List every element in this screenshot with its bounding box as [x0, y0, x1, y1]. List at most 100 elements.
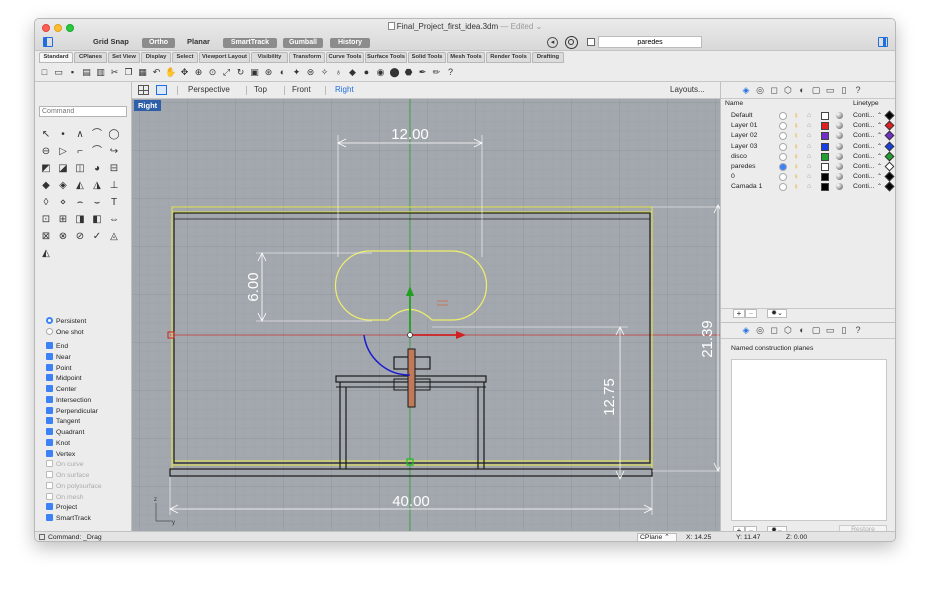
visibility-bulb-icon[interactable]: ♀ [793, 172, 799, 182]
grid-tool-icon[interactable]: ⊠ [39, 230, 53, 244]
visibility-bulb-icon[interactable]: ♀ [793, 152, 799, 162]
notes-panel-icon-2[interactable]: ▢ [811, 325, 821, 336]
visibility-bulb-icon[interactable]: ♀ [793, 142, 799, 152]
current-layer-radio-icon[interactable] [779, 173, 787, 182]
current-layer-radio-icon[interactable] [779, 112, 787, 120]
paint-tool-icon[interactable]: ◈ [56, 179, 70, 193]
print-color-swatch[interactable] [884, 141, 895, 152]
help-panel-icon[interactable]: ? [853, 85, 863, 96]
zoom-icon[interactable]: ⊕ [193, 67, 204, 78]
layer-color-swatch[interactable] [821, 173, 829, 182]
layer-row-layer-01[interactable]: Layer 01 ♀ ⌂ Conti... ⌃ [721, 120, 895, 131]
pan-icon[interactable]: ✋ [165, 67, 176, 78]
ortho-toggle[interactable]: Ortho [142, 38, 175, 48]
pin-icon[interactable]: ✏ [431, 67, 442, 78]
layer-row-camada-1[interactable]: Camada 1 ♀ ⌂ Conti... ⌃ [721, 181, 895, 192]
select-icon[interactable]: ⊛ [263, 67, 274, 78]
tab-render-tools[interactable]: Render Tools [486, 52, 531, 63]
move-icon[interactable]: ✥ [179, 67, 190, 78]
osnap-end[interactable]: End [46, 342, 68, 352]
circle-tool-icon[interactable]: ◯ [107, 128, 121, 142]
current-layer-radio-icon[interactable] [779, 163, 787, 171]
post[interactable] [407, 348, 416, 408]
tab-transform[interactable]: Transform [289, 52, 325, 63]
print-color-swatch[interactable] [884, 110, 895, 121]
layers-panel-icon[interactable]: ◈ [741, 85, 751, 96]
viewport-panel-icon-2[interactable]: ▯ [839, 325, 849, 336]
circle-center-icon[interactable]: ⊖ [39, 145, 53, 159]
copy-icon[interactable]: ❐ [123, 67, 134, 78]
right-sidebar-toggle-icon[interactable] [878, 37, 888, 47]
chain-tool-icon[interactable]: ⋄ [56, 196, 70, 210]
help-icon[interactable]: ? [445, 67, 456, 78]
sphere-tool-icon[interactable]: ◕ [90, 162, 104, 176]
named-view-icon[interactable]: ▣ [249, 67, 260, 78]
dimension-tool-icon[interactable]: ⊥ [107, 179, 121, 193]
layer-color-swatch[interactable] [821, 122, 829, 131]
one-shot-radio[interactable]: One shot [46, 328, 84, 338]
layer-row-disco[interactable]: disco ♀ ⌂ Conti... ⌃ [721, 151, 895, 162]
material-panel-icon-2[interactable]: ◻ [769, 325, 779, 336]
visibility-bulb-icon[interactable]: ♀ [793, 121, 799, 131]
dimension-total-width[interactable]: 40.00 [392, 493, 430, 510]
properties-panel-icon-2[interactable]: ⬡ [783, 325, 793, 336]
undo-icon[interactable]: ↶ [151, 67, 162, 78]
polyline-tool-icon[interactable]: ∧ [73, 128, 87, 142]
cplane-select[interactable]: CPlane ⌃ [637, 533, 677, 541]
single-viewport-icon[interactable] [138, 85, 149, 95]
dimension-table-height[interactable]: 12.75 [601, 378, 618, 416]
current-layer-radio-icon[interactable] [779, 132, 787, 141]
tab-surface-tools[interactable]: Surface Tools [365, 52, 407, 63]
surface-tool-icon[interactable]: ◩ [39, 162, 53, 176]
arc-tool-icon[interactable]: ⌒ [90, 145, 104, 159]
tab-display[interactable]: Display [141, 52, 171, 63]
four-viewport-icon[interactable] [156, 85, 167, 95]
layers-panel-icon-2[interactable]: ◈ [741, 325, 751, 336]
split-tool-icon[interactable]: ⌣ [90, 196, 104, 210]
scale-tool-icon[interactable]: ⊡ [39, 213, 53, 227]
tab-curve-tools[interactable]: Curve Tools [326, 52, 364, 63]
lock-icon[interactable]: ⌂ [807, 121, 811, 131]
layer-tool-icon[interactable]: ⊘ [73, 230, 87, 244]
sketch-tool-icon[interactable]: ⌐ [73, 145, 87, 159]
undo-icon[interactable]: ◂ [547, 37, 558, 48]
lock-icon[interactable]: ⌂ [807, 162, 811, 172]
osnap-midpoint[interactable]: Midpoint [46, 374, 82, 384]
flow-tool-icon[interactable]: ◭ [73, 179, 87, 193]
material-sphere-icon[interactable] [836, 183, 843, 191]
lock-icon[interactable]: ⌂ [807, 131, 811, 141]
material-sphere-icon[interactable] [836, 122, 843, 130]
dimension-ellipse-height[interactable]: 6.00 [245, 272, 262, 301]
tab-standard[interactable]: Standard [39, 52, 73, 63]
lock-icon[interactable]: ⌂ [807, 172, 811, 182]
zoom-window-icon[interactable]: ⊙ [207, 67, 218, 78]
bulb-icon[interactable]: ♁ [333, 67, 344, 78]
layer-row-paredes[interactable]: paredes ♀ ⌂ Conti... ⌃ [721, 161, 895, 172]
lock-icon[interactable]: ⌂ [807, 142, 811, 152]
trim-tool-icon[interactable]: ⌢ [73, 196, 87, 210]
layer-color-swatch[interactable] [821, 142, 829, 151]
layer-row-layer-02[interactable]: Layer 02 ♀ ⌂ Conti... ⌃ [721, 130, 895, 141]
properties-panel-icon[interactable]: ⬡ [783, 85, 793, 96]
right-viewport[interactable]: 12.00 6.00 12.75 21.39 40.00 z y Right [132, 99, 720, 531]
layer-row-0[interactable]: 0 ♀ ⌂ Conti... ⌃ [721, 171, 895, 182]
bucket-icon[interactable]: ◆ [347, 67, 358, 78]
print-color-swatch[interactable] [884, 130, 895, 141]
tab-perspective[interactable]: Perspective [188, 85, 230, 94]
display-panel-icon[interactable]: ◐ [797, 85, 807, 96]
viewport-panel-icon[interactable]: ▯ [839, 85, 849, 96]
tab-top[interactable]: Top [254, 85, 267, 94]
record-icon[interactable] [565, 36, 578, 49]
light-icon[interactable]: ✧ [319, 67, 330, 78]
boolean-tool-icon[interactable]: ◮ [90, 179, 104, 193]
osnap-intersection[interactable]: Intersection [46, 395, 91, 406]
solid-tool-icon[interactable]: ◊ [39, 196, 53, 210]
select-tool-icon[interactable]: ↖ [39, 128, 53, 142]
new-file-icon[interactable]: □ [39, 67, 50, 78]
print-color-swatch[interactable] [884, 181, 895, 192]
osnap-on-polysurface[interactable]: On polysurface [46, 481, 102, 492]
named-views-icon[interactable]: ▭ [825, 85, 835, 96]
extrude-tool-icon[interactable]: ◪ [56, 162, 70, 176]
current-layer-radio-icon[interactable] [779, 183, 787, 192]
material-sphere-icon[interactable] [836, 142, 843, 150]
